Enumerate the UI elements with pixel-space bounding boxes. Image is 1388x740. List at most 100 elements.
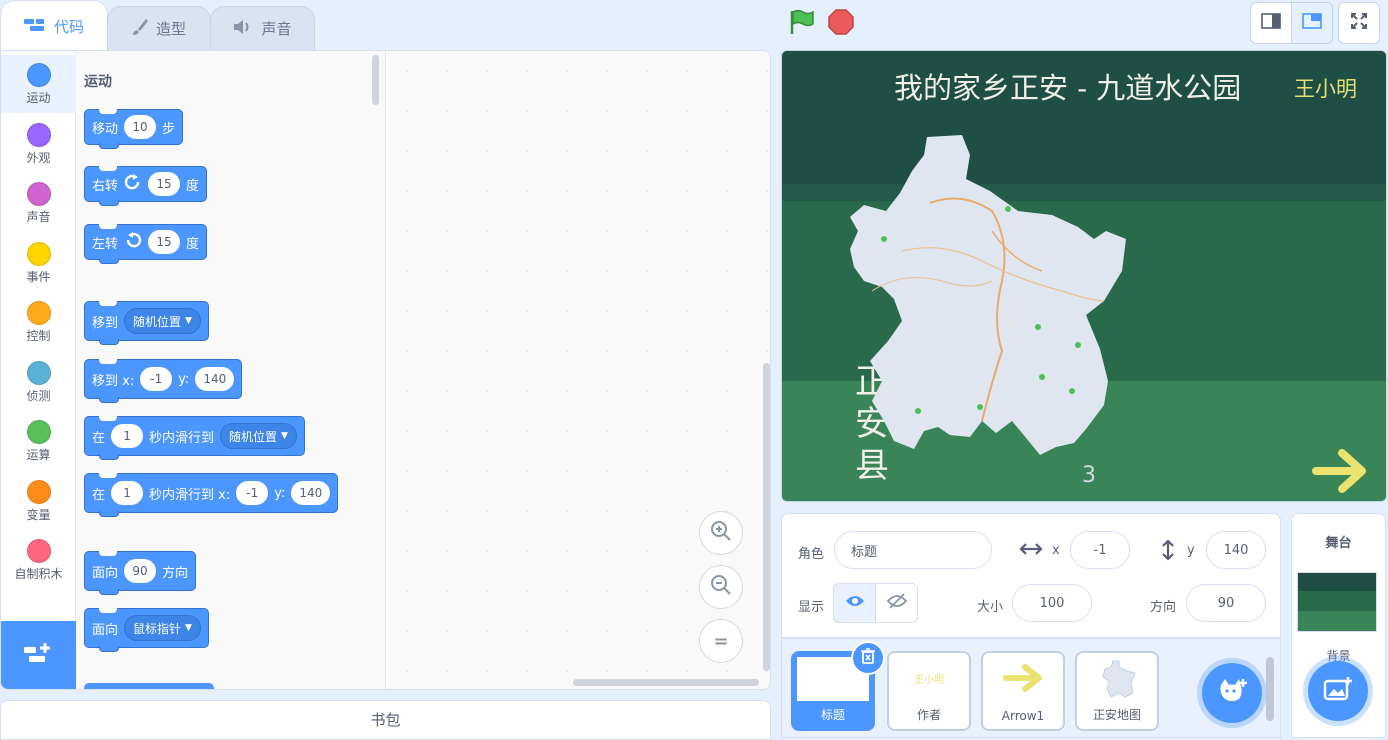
seconds-input[interactable]: 1 <box>111 481 144 505</box>
vertical-scrollbar[interactable] <box>763 363 770 671</box>
category-label: 外观 <box>26 151 51 165</box>
tab-costumes[interactable]: 造型 <box>107 6 211 50</box>
arrow-sprite[interactable] <box>1312 447 1372 495</box>
small-stage-button[interactable] <box>1250 2 1292 44</box>
block-goto-xy[interactable]: 移到 x: -1 y: 140 <box>84 359 243 403</box>
category-looks[interactable]: 外观 <box>1 115 76 173</box>
y-input[interactable]: 140 <box>291 481 331 505</box>
delete-sprite-button[interactable] <box>851 641 885 675</box>
category-my-blocks[interactable]: 自制积木 <box>1 531 76 589</box>
y-input[interactable]: 140 <box>195 367 235 391</box>
category-control[interactable]: 控制 <box>1 293 76 351</box>
block-move-steps[interactable]: 移动 10 步 <box>84 109 184 149</box>
direction-input[interactable]: 90 <box>124 559 157 583</box>
zhengan-map-sprite[interactable] <box>842 131 1132 471</box>
category-operators[interactable]: 运算 <box>1 412 76 470</box>
block-goto[interactable]: 移到 随机位置 ▼ <box>84 301 209 345</box>
stage-author: 王小明 <box>1294 77 1357 101</box>
show-visible-button[interactable] <box>833 583 876 623</box>
category-motion[interactable]: 运动 <box>1 55 76 113</box>
map-thumbnail-icon <box>1102 660 1136 698</box>
glide-target-dropdown[interactable]: 随机位置 ▼ <box>220 423 297 449</box>
category-variables[interactable]: 变量 <box>1 472 76 530</box>
y-arrows-icon <box>1161 538 1175 566</box>
block-glide-xy[interactable]: 在 1 秒内滑行到 x: -1 y: 140 <box>84 473 339 517</box>
goto-target-dropdown[interactable]: 随机位置 ▼ <box>124 308 201 334</box>
speaker-icon <box>233 19 253 39</box>
choose-backdrop-button[interactable] <box>1308 661 1368 721</box>
category-sensing[interactable]: 侦测 <box>1 353 76 411</box>
horizontal-scrollbar[interactable] <box>573 679 759 686</box>
category-label: 变量 <box>26 508 51 522</box>
block-text: 在 <box>92 430 106 446</box>
block-text: 方向 <box>162 565 189 581</box>
block-turn-right[interactable]: 右转 15 度 <box>84 166 208 206</box>
show-hidden-button[interactable] <box>875 583 918 623</box>
backdrop-thumbnail[interactable] <box>1297 572 1377 632</box>
backdrop-band-top <box>1298 573 1376 591</box>
category-label: 控制 <box>26 329 51 343</box>
zoom-out-icon <box>709 573 733 602</box>
block-turn-left[interactable]: 左转 15 度 <box>84 224 208 264</box>
block-point-towards[interactable]: 面向 鼠标指针 ▼ <box>84 608 209 652</box>
y-label: y <box>1187 543 1195 558</box>
block-glide[interactable]: 在 1 秒内滑行到 随机位置 ▼ <box>84 416 305 460</box>
dropdown-value: 随机位置 <box>229 429 278 444</box>
sprite-tile-author[interactable]: 王小明 作者 <box>887 651 971 731</box>
block-point-direction[interactable]: 面向 90 方向 <box>84 551 197 595</box>
palette-scrollbar[interactable] <box>372 55 379 105</box>
sprite-tile-map[interactable]: 正安地图 <box>1075 651 1159 731</box>
y-value: 140 <box>1223 542 1249 558</box>
category-label: 事件 <box>26 270 51 284</box>
category-dot <box>26 123 51 147</box>
stage-selector-panel[interactable]: 舞台 背景 <box>1291 513 1386 738</box>
x-input[interactable]: -1 <box>1070 531 1130 569</box>
tab-code[interactable]: 代码 <box>0 0 108 52</box>
eye-icon <box>845 594 865 612</box>
add-extension-icon <box>23 641 53 671</box>
sprite-name: 作者 <box>916 708 941 722</box>
steps-input[interactable]: 10 <box>124 115 157 139</box>
category-dot <box>26 242 51 266</box>
category-sound[interactable]: 声音 <box>1 174 76 232</box>
y-input[interactable]: 140 <box>1206 531 1266 569</box>
fullscreen-button[interactable] <box>1338 2 1380 44</box>
choose-sprite-button[interactable] <box>1202 663 1262 723</box>
stage-title: 我的家乡正安 - 九道水公园 <box>894 71 1242 105</box>
direction-input[interactable]: 90 <box>1186 584 1266 622</box>
category-dot <box>26 182 51 206</box>
block-palette: 运动 移动 10 步 右转 15 度 左转 15 度 移到 随机位置 ▼ 移到 x… <box>76 51 386 689</box>
normal-stage-button[interactable] <box>1291 2 1333 44</box>
tab-sounds[interactable]: 声音 <box>210 6 315 50</box>
add-extension-button[interactable] <box>1 621 76 689</box>
zoom-reset-button[interactable]: = <box>699 619 743 663</box>
sprite-tile-arrow1[interactable]: Arrow1 <box>981 651 1065 731</box>
zoom-out-button[interactable] <box>699 565 743 609</box>
stage-panel-title: 舞台 <box>1325 536 1352 551</box>
category-events[interactable]: 事件 <box>1 234 76 292</box>
sprite-name-input[interactable]: 标题 <box>834 531 992 569</box>
partial-block[interactable] <box>84 683 214 689</box>
stage[interactable]: 我的家乡正安 - 九道水公园 王小明 正 安 县 3 <box>781 50 1387 502</box>
tab-costumes-label: 造型 <box>155 20 186 38</box>
stop-icon[interactable] <box>828 9 854 39</box>
point-towards-dropdown[interactable]: 鼠标指针 ▼ <box>124 615 201 641</box>
script-area[interactable]: = <box>387 51 770 689</box>
category-label: 运算 <box>26 448 51 462</box>
backpack[interactable]: 书包 <box>0 700 771 740</box>
green-flag-icon[interactable] <box>788 8 816 40</box>
eye-slash-icon <box>886 593 907 613</box>
degrees-input[interactable]: 15 <box>148 230 181 254</box>
degrees-input[interactable]: 15 <box>148 172 181 196</box>
x-input[interactable]: -1 <box>236 481 269 505</box>
x-input[interactable]: -1 <box>140 367 173 391</box>
block-text: 秒内滑行到 x: <box>149 487 231 503</box>
size-input[interactable]: 100 <box>1012 584 1092 622</box>
size-label: 大小 <box>977 600 1004 615</box>
x-value: -1 <box>1093 542 1107 558</box>
sprite-list-scrollbar[interactable] <box>1266 657 1274 721</box>
stage-corner-number: 3 <box>1082 463 1096 488</box>
sprite-list: 标题 王小明 作者 Arrow1 正安地图 <box>781 638 1281 738</box>
zoom-in-button[interactable] <box>699 511 743 555</box>
seconds-input[interactable]: 1 <box>111 424 144 448</box>
